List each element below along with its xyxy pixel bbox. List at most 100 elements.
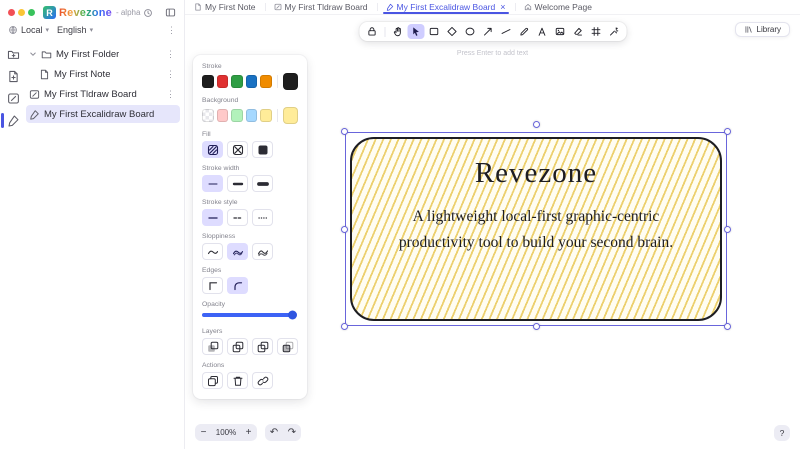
sloppiness-artist-button[interactable] — [227, 243, 248, 260]
workspace-selector[interactable]: Local — [21, 25, 43, 35]
collapse-sidebar-icon[interactable] — [165, 7, 176, 18]
resize-handle-middle-left[interactable] — [341, 225, 348, 233]
duplicate-button[interactable] — [202, 372, 223, 389]
sloppiness-cartoonist-button[interactable] — [252, 243, 273, 260]
chevron-down-icon[interactable] — [29, 50, 37, 58]
rectangle-tool[interactable] — [425, 24, 442, 39]
stroke-swatch-black[interactable] — [202, 75, 214, 88]
stroke-width-bold-button[interactable] — [227, 175, 248, 192]
selected-shape[interactable]: Revezone A lightweight local-first graph… — [341, 121, 731, 330]
item-menu-icon[interactable]: ⋮ — [166, 49, 175, 59]
stroke-swatch-red[interactable] — [216, 75, 229, 88]
library-button[interactable]: Library — [734, 22, 790, 37]
sidebar-menu-icon[interactable]: ⋮ — [167, 25, 176, 35]
tree-item-folder[interactable]: My First Folder ⋮ — [26, 45, 180, 63]
excalidraw-canvas[interactable]: Library Press Enter to add text Stroke B… — [185, 15, 800, 449]
stroke-current-swatch[interactable] — [282, 73, 299, 90]
item-menu-icon[interactable]: ⋮ — [166, 89, 175, 99]
stroke-width-section: Stroke width — [202, 165, 298, 192]
rotate-handle[interactable] — [532, 121, 540, 128]
edges-sharp-button[interactable] — [202, 277, 223, 294]
link-button[interactable] — [252, 372, 273, 389]
lock-tool[interactable] — [363, 24, 380, 39]
bring-forward-button[interactable] — [252, 338, 273, 355]
language-selector[interactable]: English — [57, 25, 87, 35]
opacity-slider[interactable] — [202, 310, 297, 320]
tab-my-first-note[interactable]: My First Note — [185, 0, 265, 14]
stroke-swatch-blue[interactable] — [245, 75, 258, 88]
stroke-style-section: Stroke style — [202, 199, 298, 226]
zoom-level[interactable]: 100% — [212, 428, 240, 437]
selection-tool[interactable] — [407, 24, 424, 39]
ellipse-tool[interactable] — [461, 24, 478, 39]
background-swatch-transparent[interactable] — [202, 109, 214, 122]
zoom-in-button[interactable]: + — [240, 424, 257, 441]
tree-item-excalidraw-board[interactable]: My First Excalidraw Board — [26, 105, 180, 123]
send-backward-button[interactable] — [227, 338, 248, 355]
tab-welcome-page[interactable]: Welcome Page — [514, 0, 601, 14]
image-tool[interactable] — [551, 24, 568, 39]
background-swatch-pink[interactable] — [216, 109, 229, 122]
add-excalidraw-board-icon[interactable] — [0, 113, 21, 128]
zoom-out-button[interactable]: − — [195, 424, 212, 441]
help-button[interactable]: ? — [774, 425, 790, 441]
stroke-style-dashed-button[interactable] — [227, 209, 248, 226]
background-swatch-blue[interactable] — [245, 109, 258, 122]
fill-solid-button[interactable] — [252, 141, 273, 158]
line-tool[interactable] — [497, 24, 514, 39]
undo-button[interactable]: ↶ — [265, 424, 283, 441]
background-swatch-yellow[interactable] — [260, 109, 272, 122]
resize-handle-bottom-left[interactable] — [341, 323, 348, 330]
stroke-width-extrabold-button[interactable] — [252, 175, 273, 192]
tab-label: My First Excalidraw Board — [396, 2, 496, 12]
sloppiness-architect-button[interactable] — [202, 243, 223, 260]
edges-round-button[interactable] — [227, 277, 248, 294]
background-current-swatch[interactable] — [282, 107, 299, 124]
resize-handle-bottom-middle[interactable] — [532, 323, 540, 330]
opacity-slider-knob[interactable] — [288, 310, 297, 320]
stroke-swatch-orange[interactable] — [260, 75, 272, 88]
fill-crosshatch-button[interactable] — [227, 141, 248, 158]
tree-item-tldraw-board[interactable]: My First Tldraw Board ⋮ — [26, 85, 180, 103]
frame-tool[interactable] — [587, 24, 604, 39]
stroke-width-thin-button[interactable] — [202, 175, 223, 192]
tree-item-note[interactable]: My First Note ⋮ — [26, 65, 180, 83]
text-tool[interactable] — [533, 24, 550, 39]
hand-tool[interactable] — [389, 24, 406, 39]
item-menu-icon[interactable]: ⋮ — [166, 69, 175, 79]
arrow-tool[interactable] — [479, 24, 496, 39]
tab-my-first-tldraw-board[interactable]: My First Tldraw Board — [264, 0, 377, 14]
bring-to-front-button[interactable] — [277, 338, 298, 355]
history-controls: ↶ ↷ — [265, 424, 301, 441]
add-folder-icon[interactable] — [6, 47, 21, 62]
background-swatch-green[interactable] — [231, 109, 243, 122]
revezone-card[interactable]: Revezone A lightweight local-first graph… — [350, 137, 722, 321]
add-note-icon[interactable] — [6, 69, 21, 84]
send-to-back-button[interactable] — [202, 338, 223, 355]
laser-pointer-tool[interactable] — [605, 24, 622, 39]
draw-tool[interactable] — [515, 24, 532, 39]
delete-button[interactable] — [227, 372, 248, 389]
window-close-dot[interactable] — [8, 9, 15, 16]
fill-section: Fill — [202, 131, 298, 158]
window-zoom-dot[interactable] — [28, 9, 35, 16]
eraser-tool[interactable] — [569, 24, 586, 39]
add-tldraw-board-icon[interactable] — [6, 91, 21, 106]
resize-handle-bottom-right[interactable] — [724, 323, 731, 330]
clock-icon[interactable] — [143, 8, 153, 18]
fill-hachure-button[interactable] — [202, 141, 223, 158]
tab-my-first-excalidraw-board[interactable]: My First Excalidraw Board × — [376, 0, 515, 14]
layers-section: Layers — [202, 328, 298, 355]
tab-bar: My First Note My First Tldraw Board My F… — [185, 0, 800, 15]
close-tab-icon[interactable]: × — [500, 2, 505, 12]
stroke-swatch-green[interactable] — [231, 75, 243, 88]
resize-handle-middle-right[interactable] — [724, 225, 731, 233]
resize-handle-top-right[interactable] — [724, 128, 731, 135]
redo-button[interactable]: ↷ — [283, 424, 301, 441]
library-icon — [744, 25, 753, 34]
window-minimize-dot[interactable] — [18, 9, 25, 16]
resize-handle-top-left[interactable] — [341, 128, 348, 135]
stroke-style-solid-button[interactable] — [202, 209, 223, 226]
diamond-tool[interactable] — [443, 24, 460, 39]
stroke-style-dotted-button[interactable] — [252, 209, 273, 226]
